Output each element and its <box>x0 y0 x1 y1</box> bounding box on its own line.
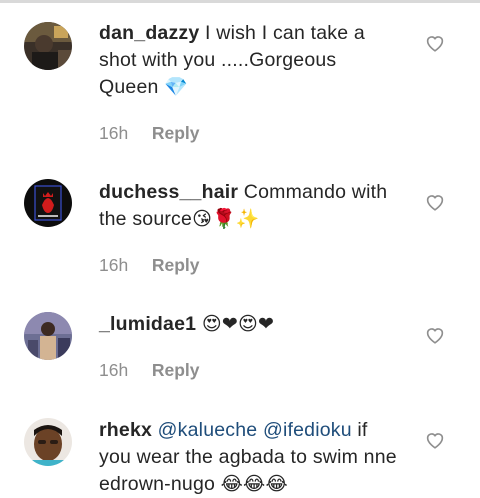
comment-body: dan_dazzy I wish I can take a shot with … <box>99 20 399 101</box>
heart-outline-icon[interactable] <box>425 193 445 211</box>
laughing-tears-emoji: 😂😂😂 <box>220 473 288 495</box>
avatar[interactable] <box>24 22 72 70</box>
mention-link[interactable]: @kalueche <box>158 419 258 441</box>
comment-timestamp: 16h <box>99 123 129 143</box>
comment-timestamp: 16h <box>99 255 129 275</box>
gem-emoji: 💎 <box>164 76 189 98</box>
comment-body: rhekx @kalueche @ifedioku if you wear th… <box>99 417 399 498</box>
reply-button[interactable]: Reply <box>152 123 200 143</box>
reply-button[interactable]: Reply <box>152 360 200 380</box>
comment-meta: 16h Reply <box>99 360 200 381</box>
heart-outline-icon[interactable] <box>425 326 445 344</box>
heart-outline-icon[interactable] <box>425 431 445 449</box>
comment-username[interactable]: _lumidae1 <box>99 313 196 335</box>
comment-meta: 16h Reply <box>99 255 200 276</box>
heart-eyes-hearts-emoji: 😍❤😍❤ <box>201 313 275 335</box>
comment-username[interactable]: rhekx <box>99 419 152 441</box>
reply-button[interactable]: Reply <box>152 255 200 275</box>
mention-link[interactable]: @ifedioku <box>263 419 352 441</box>
heart-outline-icon[interactable] <box>425 34 445 52</box>
avatar[interactable] <box>24 312 72 360</box>
comment-username[interactable]: duchess__hair <box>99 181 238 203</box>
comment-body: _lumidae1 😍❤😍❤ <box>99 311 399 338</box>
avatar[interactable] <box>24 418 72 466</box>
avatar[interactable] <box>24 179 72 227</box>
comment-timestamp: 16h <box>99 360 129 380</box>
kiss-rose-sparkles-emoji: 😘🌹✨ <box>192 208 260 230</box>
comment-meta: 16h Reply <box>99 123 200 144</box>
comment-username[interactable]: dan_dazzy <box>99 22 199 44</box>
top-divider <box>0 0 480 3</box>
comment-body: duchess__hair Commando with the source😘🌹… <box>99 179 399 233</box>
